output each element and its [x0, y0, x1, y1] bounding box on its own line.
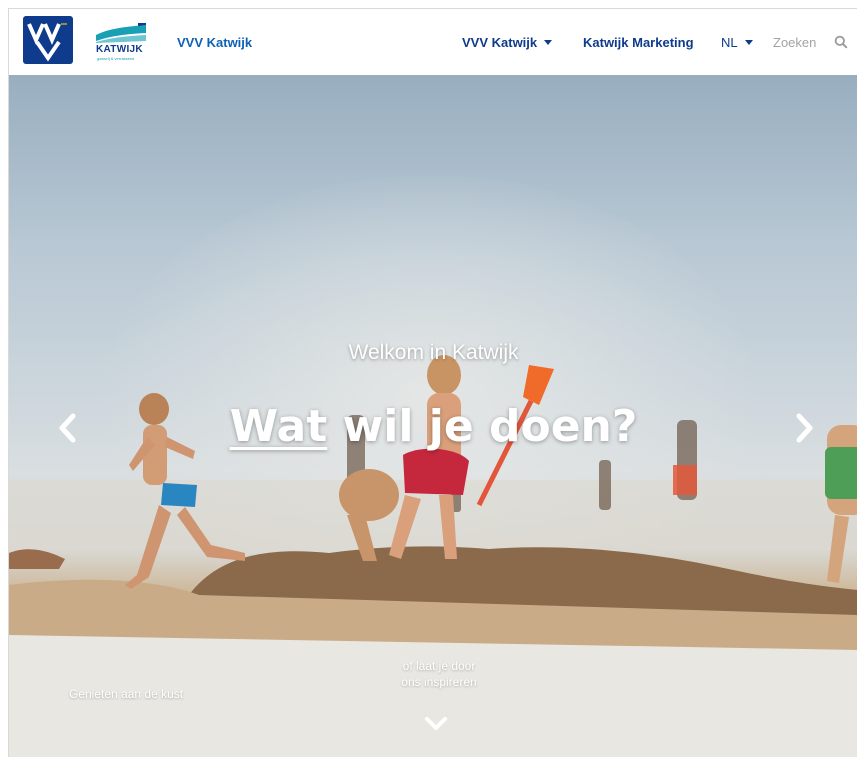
chevron-left-icon[interactable]: [55, 411, 81, 445]
inspire-caption[interactable]: of laat je door ons inspireren: [339, 658, 539, 690]
inspire-caption-line1: of laat je door: [402, 659, 476, 673]
language-selector[interactable]: NL: [721, 35, 753, 50]
chevron-down-icon[interactable]: [423, 715, 449, 733]
caret-down-icon: [544, 40, 553, 45]
katwijk-tagline: gastvrij & verrassend: [97, 56, 135, 61]
chevron-right-icon[interactable]: [791, 411, 817, 445]
vvv-logo[interactable]: [23, 16, 73, 64]
katwijk-wordmark: KATWIJK: [96, 44, 143, 55]
inspire-caption-line2: ons inspireren: [401, 675, 477, 689]
slide-caption[interactable]: Genieten aan de kust: [69, 687, 183, 701]
caret-down-icon: [744, 40, 753, 45]
browser-viewport: KATWIJK gastvrij & verrassend VVV Katwij…: [8, 8, 857, 757]
nav-vvv-katwijk-label: VVV Katwijk: [462, 35, 538, 50]
site-title-link[interactable]: VVV Katwijk: [177, 35, 252, 50]
vvv-logo-mark: [27, 23, 67, 62]
nav-katwijk-marketing[interactable]: Katwijk Marketing: [583, 35, 694, 50]
hero-title-keyword[interactable]: Wat: [230, 401, 328, 452]
hero-title-rest: wil je doen?: [327, 401, 638, 452]
hero-title: Wat wil je doen?: [9, 401, 857, 452]
hero-subtitle: Welkom in Katwijk: [348, 341, 519, 364]
search-input[interactable]: [773, 33, 831, 51]
site-header: KATWIJK gastvrij & verrassend VVV Katwij…: [9, 9, 857, 75]
nav-vvv-katwijk[interactable]: VVV Katwijk: [462, 35, 553, 50]
search-icon[interactable]: [834, 35, 848, 49]
language-label: NL: [721, 35, 738, 50]
hero-banner: Welkom in Katwijk Wat wil je doen? Genie…: [9, 75, 857, 757]
search-box[interactable]: [773, 33, 853, 53]
